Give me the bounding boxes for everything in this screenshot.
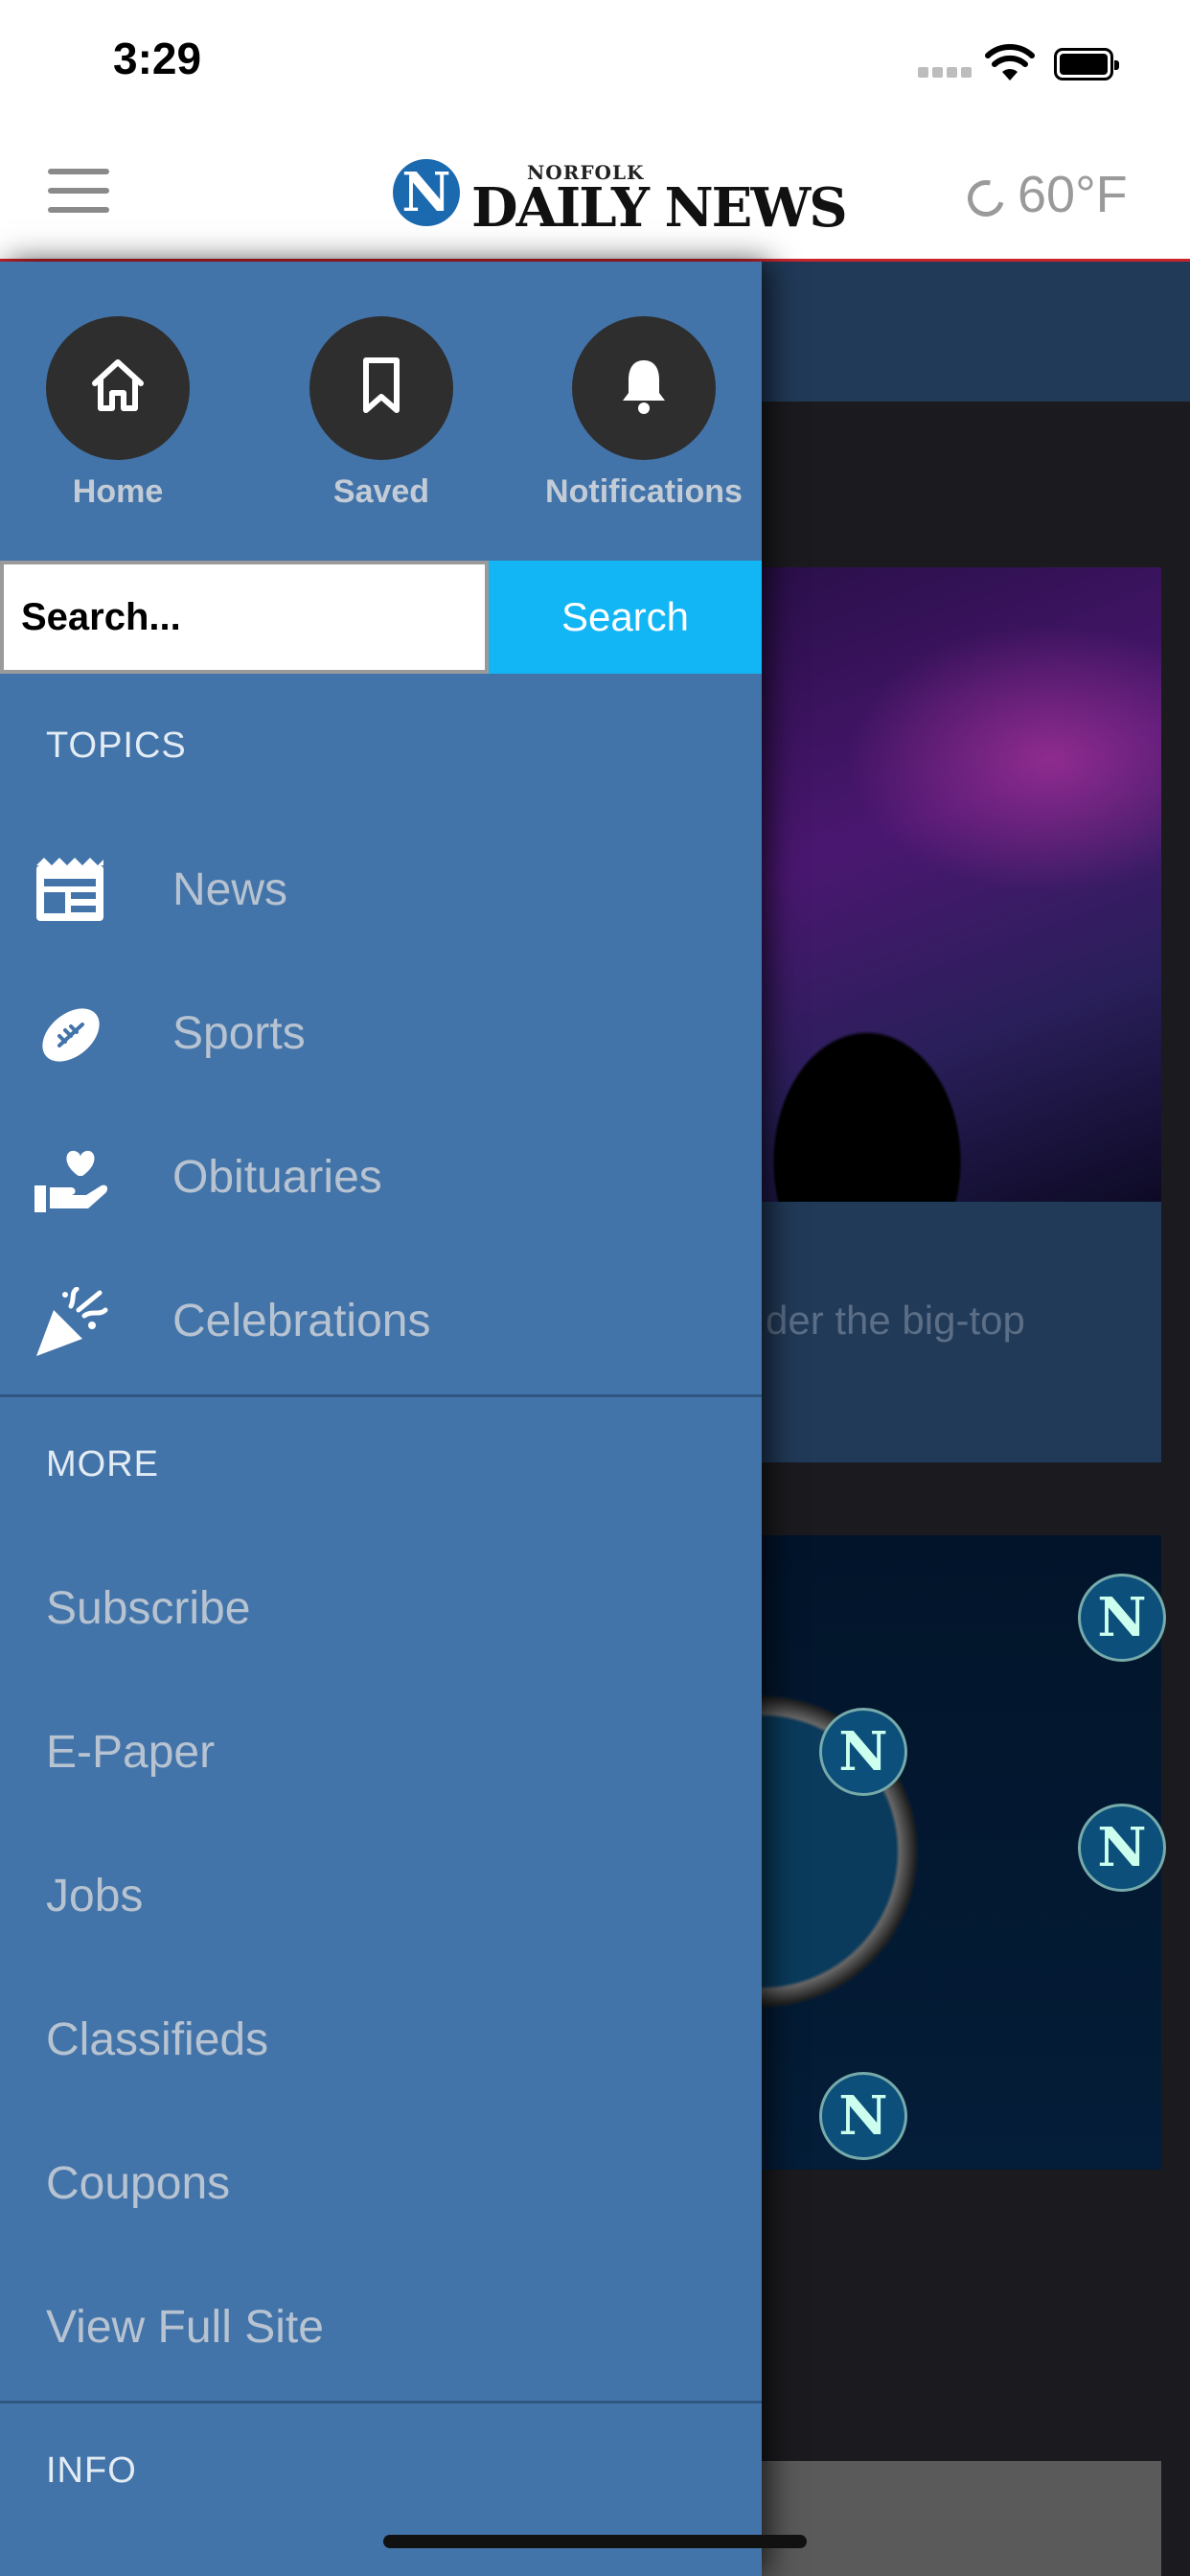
more-item-subscribe[interactable]: Subscribe xyxy=(46,1582,250,1635)
moon-icon xyxy=(961,172,1011,223)
background-band xyxy=(762,262,1190,402)
cellular-signal-icon xyxy=(918,63,975,81)
topics-heading: TOPICS xyxy=(46,725,187,766)
search-button[interactable]: Search xyxy=(489,561,762,674)
weather-temperature: 60°F xyxy=(1018,166,1128,223)
party-popper-icon xyxy=(36,1287,108,1356)
battery-icon xyxy=(1054,48,1119,80)
status-bar: 3:29 xyxy=(0,0,1190,130)
app-header: N NORFOLK DAILY NEWS 60°F xyxy=(0,130,1190,262)
menu-icon[interactable] xyxy=(48,169,109,213)
topic-label: News xyxy=(172,864,288,915)
more-heading: MORE xyxy=(46,1444,159,1484)
newspaper-icon xyxy=(36,858,103,921)
logo-mark: N xyxy=(393,159,460,226)
weather-widget[interactable]: 60°F xyxy=(961,165,1128,224)
background-article-caption: der the big-top xyxy=(762,1202,1161,1462)
more-item-classifieds[interactable]: Classifieds xyxy=(46,2013,268,2066)
topic-label: Sports xyxy=(172,1008,306,1059)
more-item-epaper[interactable]: E-Paper xyxy=(46,1726,215,1779)
status-time: 3:29 xyxy=(113,34,202,83)
home-label: Home xyxy=(72,473,164,510)
topic-item-news[interactable]: News xyxy=(0,819,762,963)
section-divider xyxy=(0,2401,762,2404)
heart-hand-icon xyxy=(34,1150,108,1212)
topic-item-celebrations[interactable]: Celebrations xyxy=(0,1251,762,1394)
topic-item-sports[interactable]: Sports xyxy=(0,963,762,1107)
topic-label: Obituaries xyxy=(172,1152,382,1203)
home-button[interactable]: Home xyxy=(46,316,190,511)
saved-button[interactable]: Saved xyxy=(309,316,453,511)
info-heading: INFO xyxy=(46,2450,137,2491)
background-caption-text: der the big-top xyxy=(766,1298,1025,1343)
topic-item-obituaries[interactable]: Obituaries xyxy=(0,1107,762,1251)
more-item-jobs[interactable]: Jobs xyxy=(46,1870,143,1922)
bookmark-icon xyxy=(309,316,453,460)
saved-label: Saved xyxy=(332,473,430,510)
background-article-image xyxy=(762,567,1161,1202)
logo-main-text: DAILY NEWS xyxy=(471,176,848,240)
logo-mark-bg: N xyxy=(1078,1574,1166,1662)
norfolk-daily-news-logo[interactable]: N NORFOLK DAILY NEWS xyxy=(393,159,848,240)
logo-mark-bg: N xyxy=(819,2072,907,2160)
football-icon xyxy=(42,1008,100,1062)
background-article-image-3 xyxy=(762,2461,1161,2576)
topic-label: Celebrations xyxy=(172,1296,431,1346)
logo-mark-bg: N xyxy=(1078,1804,1166,1892)
section-divider xyxy=(0,1394,762,1397)
search-input[interactable]: Search... xyxy=(0,561,489,674)
home-icon xyxy=(46,316,190,460)
more-item-coupons[interactable]: Coupons xyxy=(46,2157,230,2210)
notifications-button[interactable]: Notifications xyxy=(545,316,743,511)
home-indicator[interactable] xyxy=(383,2535,807,2548)
bell-icon xyxy=(572,316,716,460)
background-article-image-2: N N N N xyxy=(762,1535,1166,2170)
notifications-label: Notifications xyxy=(545,473,743,510)
wifi-icon xyxy=(985,44,1035,80)
logo-mark-bg: N xyxy=(819,1708,907,1796)
more-item-view-full-site[interactable]: View Full Site xyxy=(46,2301,324,2354)
side-drawer: Home Saved Notifications Search... Searc… xyxy=(0,262,762,2576)
